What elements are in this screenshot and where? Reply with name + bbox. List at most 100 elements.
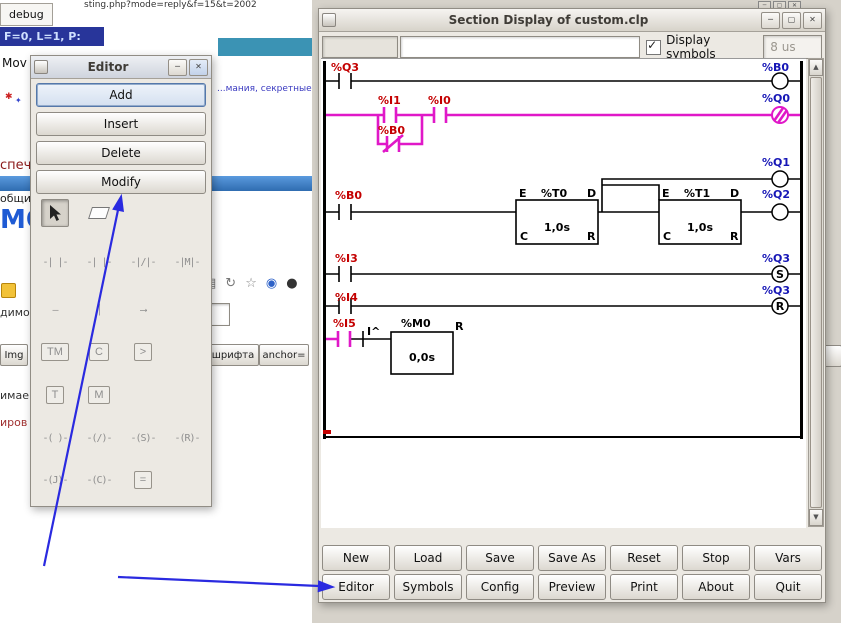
scroll-up-button[interactable]: ▲	[809, 59, 823, 76]
browser-tab[interactable]: debug	[0, 3, 53, 26]
m0-pin-r: R	[455, 320, 464, 333]
label-b0-top: %B0	[762, 61, 789, 74]
eraser-tool-button[interactable]	[85, 199, 113, 227]
reset-button[interactable]: Reset	[610, 545, 678, 571]
editor-window-title: Editor	[87, 60, 129, 74]
label-i3: %I3	[335, 252, 358, 265]
save-as-button[interactable]: Save As	[538, 545, 606, 571]
label-q1: %Q1	[762, 156, 790, 169]
link-text-fragment[interactable]: ...мания, секретные	[217, 84, 312, 94]
label-q0: %Q0	[762, 92, 790, 105]
vars-button[interactable]: Vars	[754, 545, 822, 571]
label-q3-reset: %Q3	[762, 284, 790, 297]
editor-action-buttons: Add Insert Delete Modify	[36, 83, 206, 199]
editor-button[interactable]: Editor	[322, 574, 390, 600]
ladder-viewport[interactable]: %Q3 %B0 %I1 %I0 %Q0 %B0 %Q1 %B0 %Q2 E %T…	[321, 58, 806, 528]
config-button[interactable]: Config	[466, 574, 534, 600]
print-button[interactable]: Print	[610, 574, 678, 600]
text-fragment-dimo: димо	[0, 306, 30, 319]
t0-pin-c: C	[520, 230, 528, 243]
display-symbols-checkbox[interactable]: ✓	[646, 38, 662, 55]
main-maximize-button[interactable]: ▢	[782, 11, 801, 29]
ladder-diagram: %Q3 %B0 %I1 %I0 %Q0 %B0 %Q1 %B0 %Q2 E %T…	[323, 61, 803, 439]
section-name-entry[interactable]	[400, 36, 641, 58]
tool-buttons-row: Editor Symbols Config Preview Print Abou…	[322, 574, 822, 600]
label-i0: %I0	[428, 94, 451, 107]
about-button[interactable]: About	[682, 574, 750, 600]
symbols-button[interactable]: Symbols	[394, 574, 462, 600]
delete-button[interactable]: Delete	[36, 141, 206, 165]
editor-minimize-button[interactable]: ─	[168, 58, 187, 76]
closed-contact-tool-icon[interactable]: -| |-	[80, 256, 117, 269]
edge-contact-tool-icon[interactable]: -|M|-	[168, 256, 205, 269]
coil-q2	[771, 203, 789, 221]
iec-timer-block-tool[interactable]: T	[45, 386, 65, 404]
label-b0-in: %B0	[335, 189, 362, 202]
vertical-scrollbar[interactable]: ▲ ▼	[808, 58, 824, 527]
insert-button[interactable]: Insert	[36, 112, 206, 136]
anchor-button[interactable]: anchor=	[259, 344, 309, 366]
set-coil-tool-icon[interactable]: -(S)-	[124, 432, 161, 445]
img-button[interactable]: Img	[0, 344, 28, 366]
label-q3-set: %Q3	[762, 252, 790, 265]
scrollbar-trough[interactable]	[809, 76, 823, 509]
add-button[interactable]: Add	[36, 83, 206, 107]
horizontal-wire-tool-icon[interactable]: —	[46, 304, 63, 317]
stop-button[interactable]: Stop	[682, 545, 750, 571]
label-i1: %I1	[378, 94, 401, 107]
clipped-button-fragment[interactable]	[824, 345, 841, 367]
new-button[interactable]: New	[322, 545, 390, 571]
t1-pin-c: C	[663, 230, 671, 243]
timer-block-tool[interactable]: TM	[41, 343, 69, 361]
monostable-block-tool[interactable]: M	[88, 386, 110, 404]
main-minimize-button[interactable]: ─	[761, 11, 780, 29]
browser-star-icon[interactable]: ☆	[245, 276, 257, 291]
nc-contact-tool-icon[interactable]: -|/|-	[124, 256, 161, 269]
editor-window: Editor ─ ✕ Add Insert Delete Modify -| |…	[30, 55, 212, 507]
annotation-arrow-editor	[117, 575, 320, 588]
load-button[interactable]: Load	[394, 545, 462, 571]
palette-row-tools	[33, 199, 209, 227]
label-q2: %Q2	[762, 188, 790, 201]
asterisk-icon: ✱	[5, 92, 13, 102]
file-buttons-row: New Load Save Save As Reset Stop Vars	[322, 545, 822, 571]
pointer-tool-button[interactable]	[41, 199, 69, 227]
modify-button[interactable]: Modify	[36, 170, 206, 194]
preview-button[interactable]: Preview	[538, 574, 606, 600]
browser-refresh-icon[interactable]: ↻	[225, 276, 236, 291]
label-q3-top: %Q3	[331, 61, 359, 74]
font-button[interactable]: шрифта	[207, 344, 259, 366]
coil-tool-icon[interactable]: -( )-	[36, 432, 73, 445]
reset-coil-tool-icon[interactable]: -(R)-	[168, 432, 205, 445]
main-titlebar[interactable]: Section Display of custom.clp ─ ▢ ✕	[319, 9, 825, 32]
folder-icon[interactable]	[1, 283, 16, 298]
main-close-button[interactable]: ✕	[803, 11, 822, 29]
left-power-rail	[323, 61, 326, 439]
browser-toolbar-icons: ▤ ↻ ☆ ◉ ●	[204, 276, 298, 291]
browser-circle-icon[interactable]: ●	[286, 276, 297, 291]
vertical-wire-tool-icon[interactable]: │	[90, 304, 107, 317]
m0-value: 0,0s	[409, 351, 435, 364]
coil-not-tool-icon[interactable]: -(/)-	[80, 432, 117, 445]
t0-value: 1,0s	[544, 221, 570, 234]
jump-coil-tool-icon[interactable]: -(J)-	[36, 474, 73, 487]
scrollbar-thumb[interactable]	[810, 77, 822, 508]
scroll-down-button[interactable]: ▼	[809, 509, 823, 526]
t0-pin-e: E	[519, 187, 527, 200]
label-i5: %I5	[333, 317, 356, 330]
editor-titlebar[interactable]: Editor ─ ✕	[31, 56, 211, 79]
section-combo[interactable]	[322, 36, 399, 58]
eraser-icon	[88, 207, 110, 219]
operate-block-tool[interactable]: =	[133, 471, 153, 489]
counter-block-tool[interactable]: C	[89, 343, 109, 361]
call-coil-tool-icon[interactable]: -(C)-	[80, 474, 117, 487]
reset-coil-letter: R	[776, 300, 785, 313]
open-contact-tool-icon[interactable]: -| |-	[36, 256, 73, 269]
coil-q1	[771, 170, 789, 188]
browser-logo-icon[interactable]: ◉	[266, 276, 277, 291]
editor-close-button[interactable]: ✕	[189, 58, 208, 76]
quit-button[interactable]: Quit	[754, 574, 822, 600]
long-wire-tool-icon[interactable]: ⟶	[134, 304, 151, 317]
compare-block-tool[interactable]: >	[133, 343, 153, 361]
save-button[interactable]: Save	[466, 545, 534, 571]
